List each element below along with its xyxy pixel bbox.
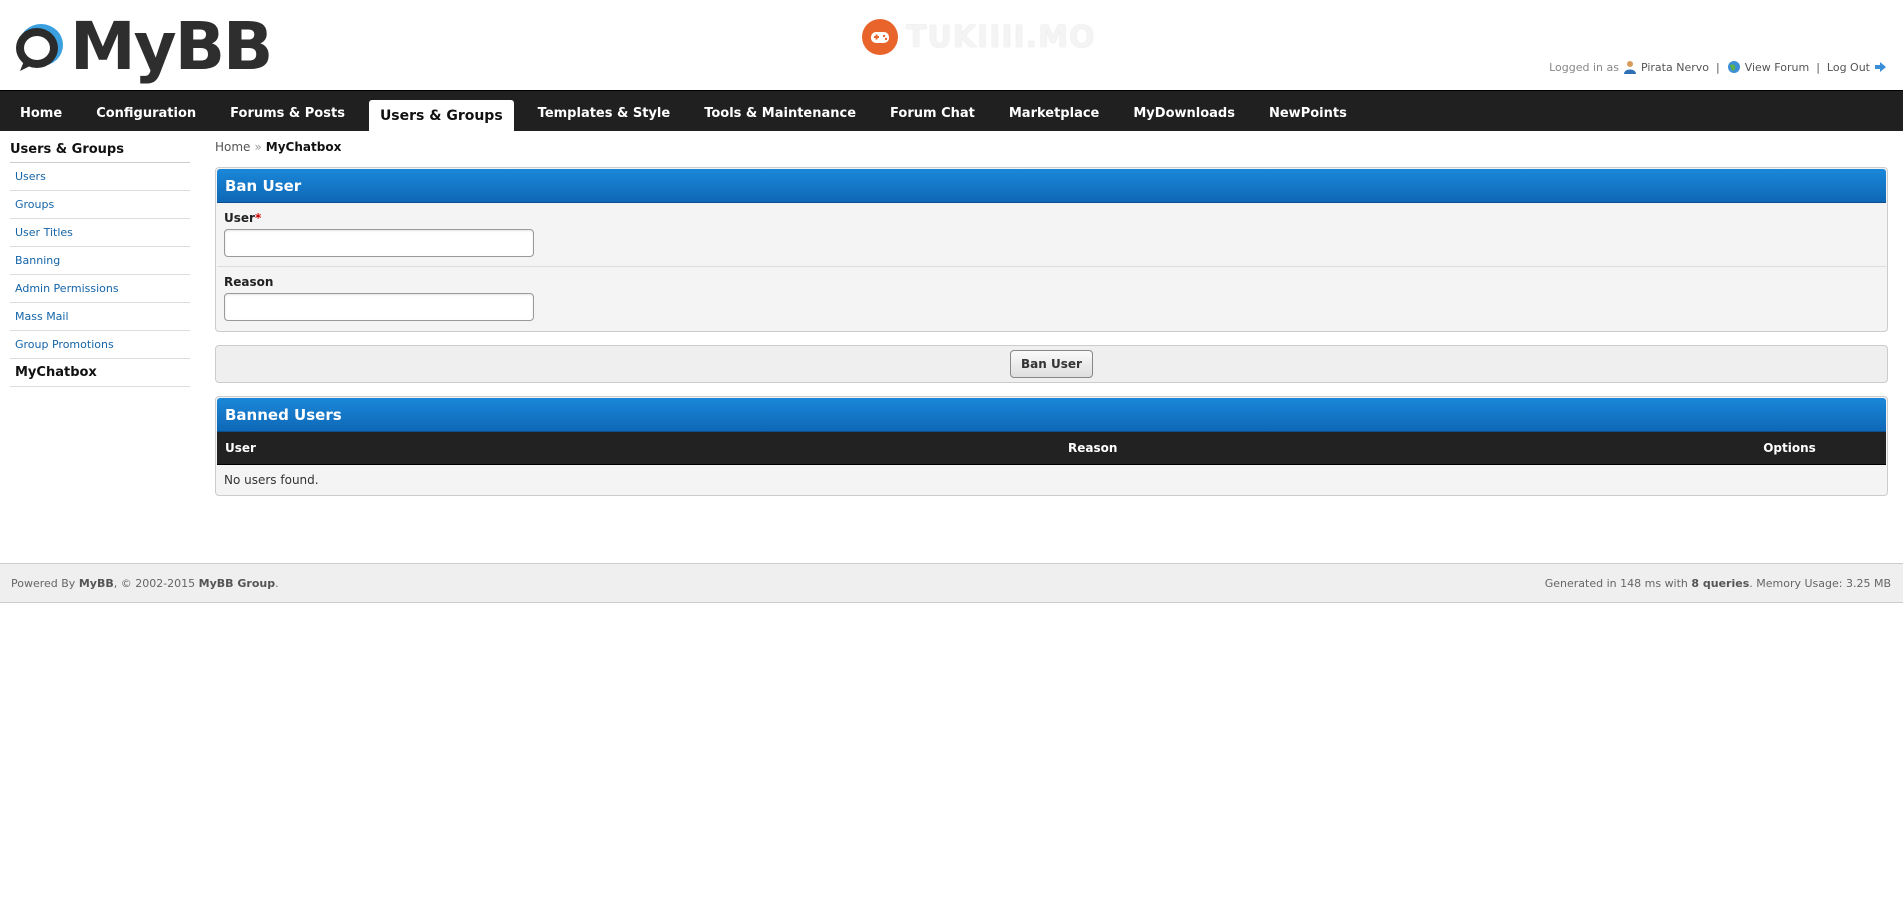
sidebar-link-mychatbox[interactable]: MyChatbox [15,365,97,380]
breadcrumb-home[interactable]: Home [215,140,250,154]
copyright-text: , © 2002-2015 [113,577,196,590]
user-label-text: User [224,211,255,225]
nav-item-home[interactable]: Home [10,91,72,132]
sidebar-link-groups[interactable]: Groups [15,198,54,211]
sidebar-item-user-titles[interactable]: User Titles [10,219,190,247]
column-header-user: User [225,441,256,455]
reason-label: Reason [224,275,274,289]
sidebar-item-mychatbox[interactable]: MyChatbox [10,359,190,387]
nav-link-users-groups[interactable]: Users & Groups [368,100,514,132]
banned-users-panel-title: Banned Users [217,398,1886,432]
nav-item-forum-chat[interactable]: Forum Chat [880,91,985,132]
footer: Powered By MyBB, © 2002-2015 MyBB Group.… [0,563,1903,603]
nav-item-marketplace[interactable]: Marketplace [999,91,1110,132]
nav-link-marketplace[interactable]: Marketplace [999,106,1110,132]
empty-table-message: No users found. [224,473,319,487]
separator: | [1715,60,1720,74]
column-header-reason: Reason [1068,441,1118,455]
logged-in-label: Logged in as [1549,60,1619,74]
nav-item-tools-maintenance[interactable]: Tools & Maintenance [694,91,866,132]
generated-time-text: Generated in 148 ms with [1544,577,1688,590]
column-header-options: Options [1763,441,1816,455]
partner-logo-text: TUKIIII.MO [906,19,1096,55]
nav-link-forum-chat[interactable]: Forum Chat [880,106,985,132]
separator: | [1816,60,1820,74]
globe-icon [1727,61,1740,73]
nav-link-configuration[interactable]: Configuration [86,106,206,132]
partner-logo: TUKIIII.MO [860,16,1095,58]
memory-usage-text: . Memory Usage: 3.25 MB [1749,577,1891,590]
user-input[interactable] [224,229,534,257]
nav-link-newpoints[interactable]: NewPoints [1259,106,1357,132]
ban-user-panel: Ban User User* Reason [215,167,1888,332]
log-out-link[interactable]: Log Out [1827,61,1870,74]
nav-link-forums-posts[interactable]: Forums & Posts [220,106,355,132]
main-content: Home» MyChatbox Ban User User* Reason Ban… [215,140,1888,496]
user-links: Logged in as Pirata Nervo | View Forum |… [1549,60,1887,74]
logo-text: MyBB [70,8,273,85]
required-marker: * [254,211,262,225]
user-icon [1623,61,1636,74]
sidebar-item-group-promotions[interactable]: Group Promotions [10,331,190,359]
mybb-link[interactable]: MyBB [79,577,114,590]
user-label: User* [224,211,1879,225]
footer-stats: Generated in 148 ms with 8 queries. Memo… [1545,577,1891,590]
sidebar: Users & Groups Users Groups User Titles … [10,140,190,387]
sidebar-item-admin-permissions[interactable]: Admin Permissions [10,275,190,303]
sidebar-link-banning[interactable]: Banning [15,254,60,267]
breadcrumb-current: MyChatbox [265,140,342,154]
form-submit-bar: Ban User [215,345,1888,383]
sidebar-item-users[interactable]: Users [10,163,190,191]
nav-item-configuration[interactable]: Configuration [86,91,206,132]
logout-arrow-icon[interactable] [1874,61,1887,73]
view-forum-link[interactable]: View Forum [1745,61,1809,74]
sidebar-item-banning[interactable]: Banning [10,247,190,275]
sidebar-link-group-promotions[interactable]: Group Promotions [15,338,114,351]
breadcrumb: Home » MyChatbox [215,140,1888,160]
mybb-group-link[interactable]: MyBB Group [199,577,275,590]
nav-link-home[interactable]: Home [10,106,72,132]
nav-item-users-groups[interactable]: Users & Groups [368,91,514,132]
sidebar-title: Users & Groups [10,140,190,163]
queries-count: 8 queries [1691,577,1750,590]
header: MyBB TUKIIII.MO Logged in as Pirata Nerv… [0,0,1903,90]
reason-input[interactable] [224,293,534,321]
nav-link-templates-style[interactable]: Templates & Style [528,106,681,132]
sidebar-link-users[interactable]: Users [15,170,46,183]
banned-users-table-header: User Reason Options [217,432,1886,465]
ban-user-button[interactable]: Ban User [1010,350,1093,378]
footer-credits: Powered By MyBB, © 2002-2015 MyBB Group. [11,577,279,590]
sidebar-link-admin-permissions[interactable]: Admin Permissions [15,282,119,295]
username-link[interactable]: Pirata Nervo [1641,61,1709,74]
sidebar-link-mass-mail[interactable]: Mass Mail [15,310,69,323]
breadcrumb-separator: » [254,140,262,154]
sidebar-link-user-titles[interactable]: User Titles [15,226,73,239]
powered-by-label: Powered By [11,577,76,590]
main-nav: Home Configuration Forums & Posts Users … [0,90,1903,132]
mybb-speech-bubble-icon [16,24,63,71]
nav-item-newpoints[interactable]: NewPoints [1259,91,1357,132]
sidebar-item-groups[interactable]: Groups [10,191,190,219]
mybb-logo[interactable]: MyBB [14,8,273,85]
reason-form-row: Reason [217,267,1886,330]
sidebar-item-mass-mail[interactable]: Mass Mail [10,303,190,331]
ban-user-panel-title: Ban User [217,169,1886,203]
nav-link-mydownloads[interactable]: MyDownloads [1123,106,1245,132]
nav-item-templates-style[interactable]: Templates & Style [528,91,681,132]
nav-item-mydownloads[interactable]: MyDownloads [1123,91,1245,132]
nav-link-tools-maintenance[interactable]: Tools & Maintenance [694,106,866,132]
nav-item-forums-posts[interactable]: Forums & Posts [220,91,355,132]
user-form-row: User* [217,203,1886,267]
gamepad-logo-icon [862,19,898,55]
banned-users-panel: Banned Users User Reason Options No user… [215,396,1888,496]
